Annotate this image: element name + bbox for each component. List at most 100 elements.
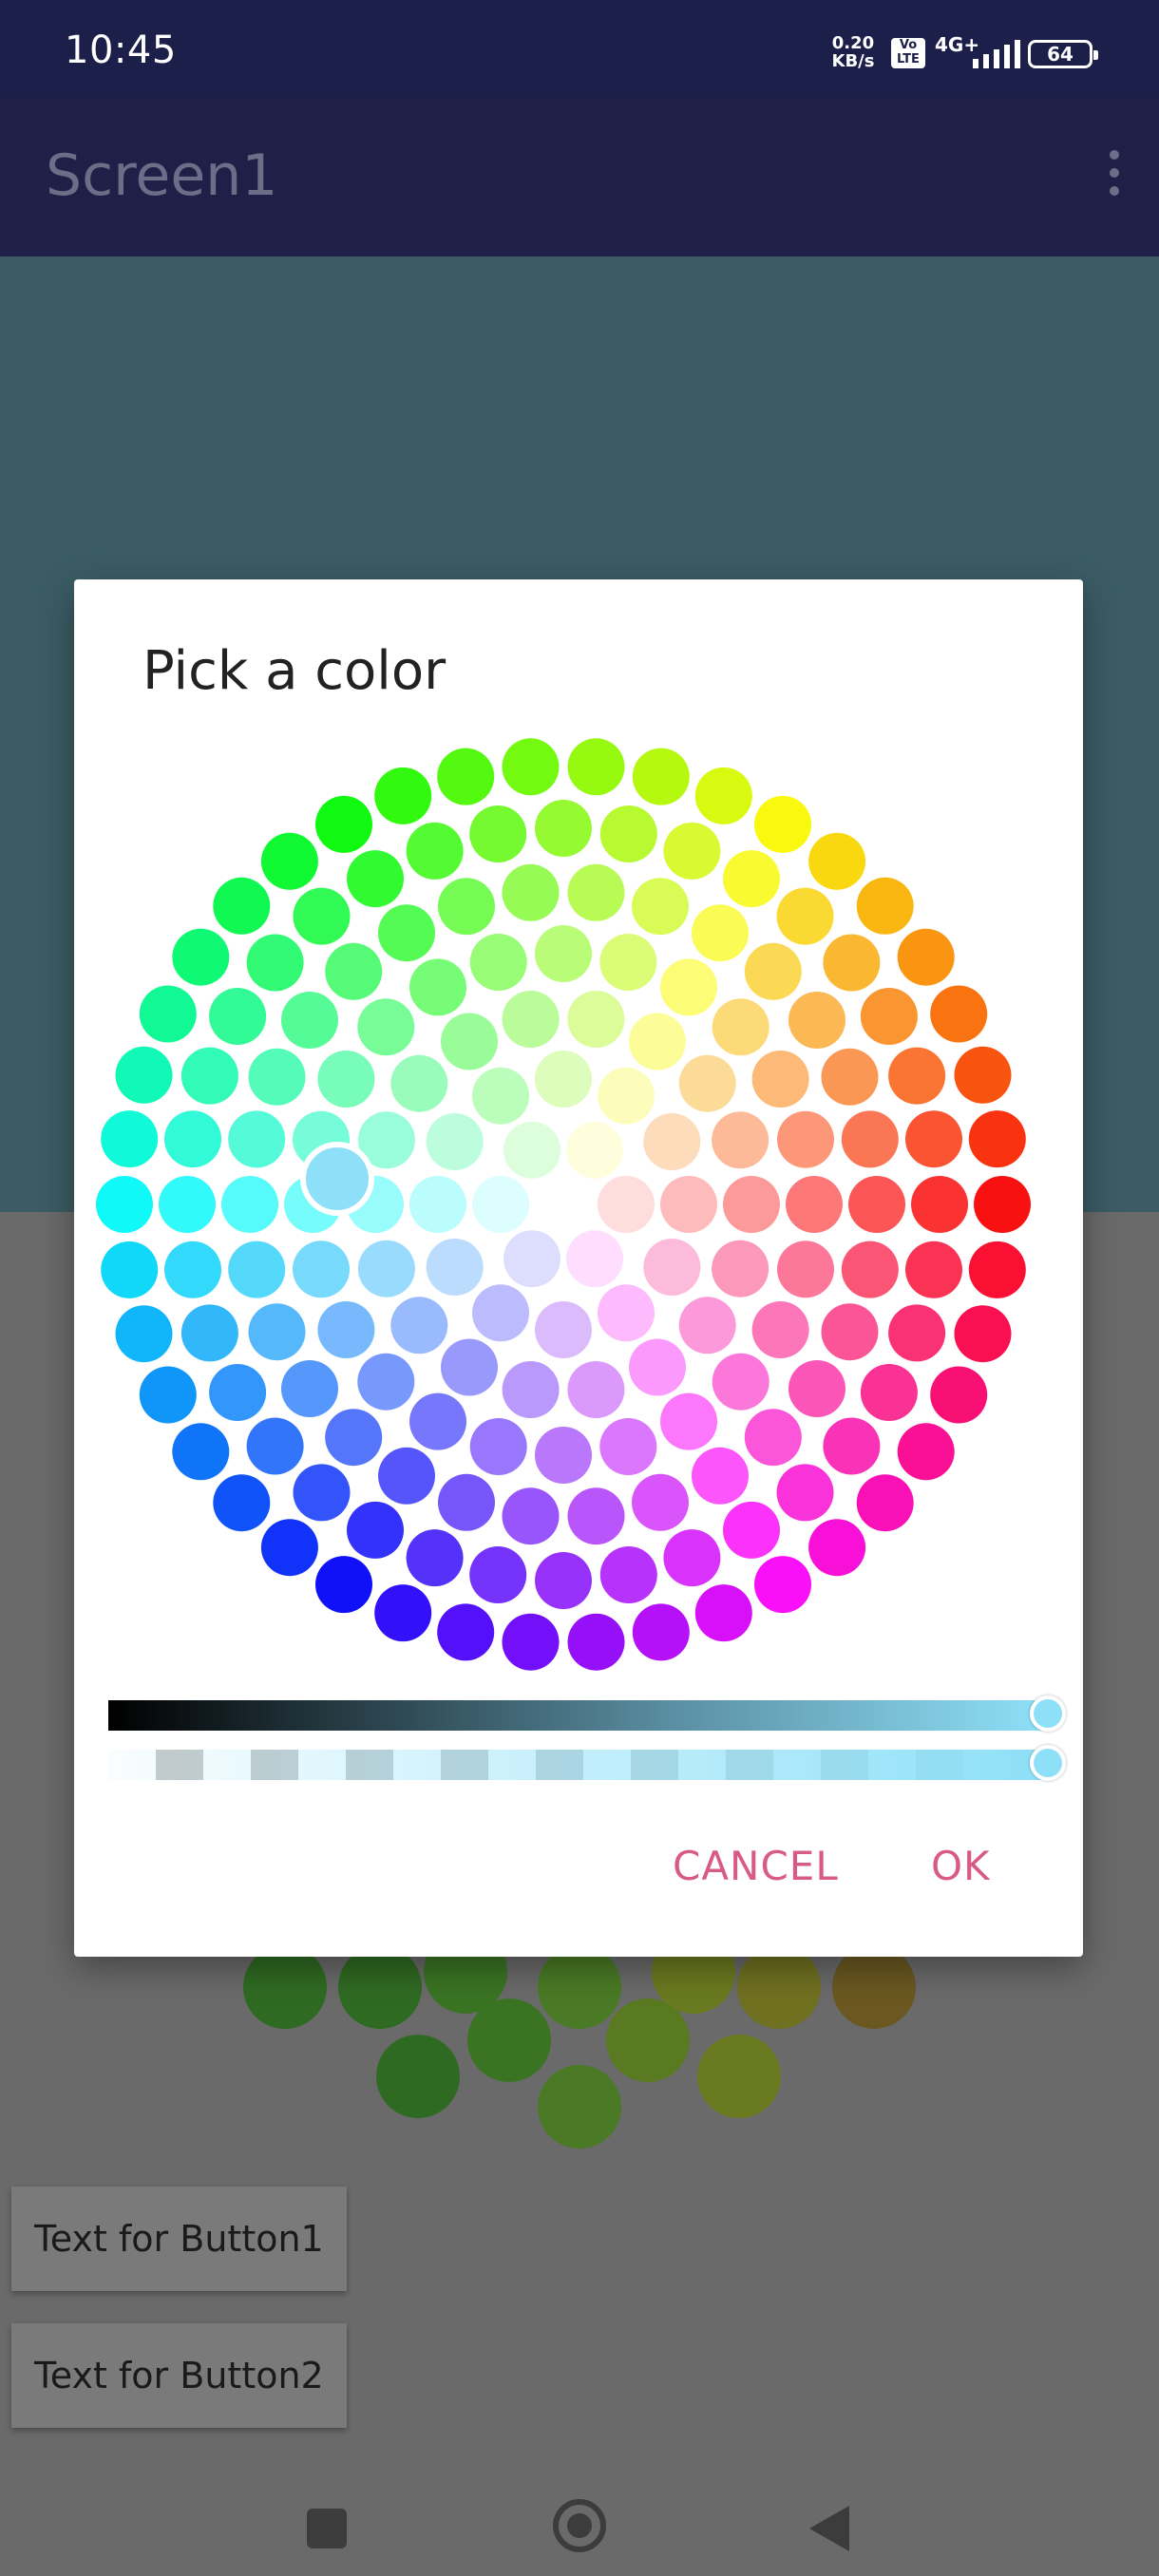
alpha-slider-thumb[interactable] (1030, 1745, 1066, 1781)
color-swatch[interactable] (841, 1241, 899, 1298)
color-swatch[interactable] (712, 1353, 770, 1411)
color-swatch[interactable] (821, 1303, 879, 1361)
color-swatch[interactable] (954, 1305, 1012, 1363)
color-swatch[interactable] (248, 1048, 306, 1106)
color-swatch[interactable] (101, 1241, 159, 1298)
button2[interactable]: Text for Button2 (11, 2323, 347, 2428)
color-swatch[interactable] (968, 1241, 1026, 1298)
color-swatch[interactable] (139, 1366, 197, 1424)
color-swatch[interactable] (660, 1176, 717, 1233)
color-swatch[interactable] (777, 1241, 834, 1298)
color-swatch[interactable] (260, 1519, 318, 1577)
color-swatch[interactable] (115, 1046, 173, 1104)
color-swatch[interactable] (911, 1176, 968, 1233)
color-swatch[interactable] (469, 805, 527, 862)
color-swatch[interactable] (974, 1176, 1031, 1233)
color-swatch[interactable] (856, 1474, 914, 1532)
color-swatch[interactable] (692, 904, 749, 962)
color-swatch[interactable] (598, 1284, 655, 1342)
color-swatch[interactable] (139, 985, 197, 1043)
color-swatch[interactable] (751, 1301, 809, 1358)
color-swatch[interactable] (643, 1239, 701, 1296)
color-swatch[interactable] (848, 1176, 905, 1233)
color-swatch[interactable] (374, 1584, 432, 1642)
color-swatch[interactable] (390, 1297, 448, 1354)
color-swatch[interactable] (598, 1176, 655, 1233)
color-swatch[interactable] (632, 1603, 690, 1661)
color-swatch[interactable] (776, 887, 834, 945)
color-swatch[interactable] (905, 1241, 962, 1298)
color-swatch[interactable] (437, 1603, 495, 1661)
color-swatch[interactable] (723, 1176, 780, 1233)
color-swatch[interactable] (905, 1110, 962, 1168)
color-swatch[interactable] (172, 1423, 230, 1481)
color-swatch[interactable] (821, 1048, 879, 1106)
color-swatch[interactable] (712, 1240, 770, 1297)
color-swatch[interactable] (629, 1338, 686, 1396)
color-swatch[interactable] (472, 1284, 529, 1342)
color-swatch[interactable] (897, 928, 955, 986)
color-swatch[interactable] (535, 800, 592, 857)
lightness-slider[interactable] (108, 1700, 1045, 1731)
color-swatch[interactable] (246, 1417, 304, 1475)
color-swatch[interactable] (164, 1241, 221, 1298)
cancel-button[interactable]: CANCEL (673, 1843, 839, 1889)
color-swatch[interactable] (180, 1047, 238, 1105)
lightness-slider-thumb[interactable] (1030, 1695, 1066, 1732)
color-swatch[interactable] (504, 1121, 560, 1179)
color-swatch[interactable] (535, 1301, 592, 1358)
color-swatch[interactable] (502, 991, 560, 1048)
color-swatch[interactable] (663, 822, 721, 880)
color-swatch[interactable] (472, 1176, 529, 1233)
color-swatch[interactable] (378, 1447, 435, 1505)
color-swatch[interactable] (808, 832, 866, 890)
color-swatch[interactable] (502, 1487, 560, 1545)
color-swatch[interactable] (281, 992, 338, 1049)
ok-button[interactable]: OK (931, 1843, 991, 1889)
color-swatch[interactable] (315, 795, 372, 853)
color-swatch[interactable] (968, 1110, 1026, 1168)
color-swatch[interactable] (293, 887, 351, 945)
color-swatch[interactable] (172, 928, 230, 986)
color-swatch[interactable] (315, 1556, 372, 1614)
color-swatch[interactable] (213, 1474, 271, 1532)
color-swatch[interactable] (723, 1501, 780, 1559)
color-swatch[interactable] (209, 988, 267, 1045)
color-swatch[interactable] (357, 1240, 415, 1297)
color-swatch[interactable] (409, 1392, 466, 1450)
color-swatch[interactable] (347, 1501, 404, 1559)
button1[interactable]: Text for Button1 (11, 2187, 347, 2291)
color-swatch[interactable] (406, 822, 464, 880)
color-swatch[interactable] (164, 1110, 221, 1168)
color-swatch[interactable] (535, 1176, 592, 1233)
color-swatch[interactable] (441, 1338, 498, 1396)
back-icon[interactable] (809, 2506, 849, 2551)
recents-icon[interactable] (307, 2509, 347, 2548)
color-swatch[interactable] (777, 1110, 834, 1168)
color-swatch[interactable] (860, 1364, 918, 1421)
color-swatch[interactable] (293, 1464, 351, 1522)
color-swatch[interactable] (535, 1051, 592, 1108)
color-swatch[interactable] (502, 1361, 560, 1418)
alpha-slider[interactable] (108, 1750, 1045, 1780)
color-swatch[interactable] (566, 1230, 623, 1288)
color-swatch[interactable] (426, 1239, 484, 1296)
color-swatch[interactable] (930, 1366, 988, 1424)
color-swatch[interactable] (317, 1301, 375, 1358)
color-swatch[interactable] (754, 795, 811, 853)
color-swatch[interactable] (325, 1409, 383, 1467)
color-swatch[interactable] (502, 738, 560, 796)
color-swatch[interactable] (954, 1046, 1012, 1104)
color-swatch[interactable] (692, 1447, 749, 1505)
color-swatch[interactable] (472, 1067, 529, 1125)
color-swatch[interactable] (567, 1361, 625, 1418)
color-swatch[interactable] (678, 1054, 736, 1112)
color-swatch[interactable] (317, 1051, 375, 1108)
color-swatch[interactable] (888, 1047, 946, 1105)
color-swatch[interactable] (535, 1427, 592, 1484)
color-swatch[interactable] (437, 748, 495, 805)
color-swatch[interactable] (281, 1360, 338, 1417)
color-swatch[interactable] (535, 1552, 592, 1609)
color-swatch[interactable] (357, 998, 415, 1056)
color-swatch[interactable] (776, 1464, 834, 1522)
